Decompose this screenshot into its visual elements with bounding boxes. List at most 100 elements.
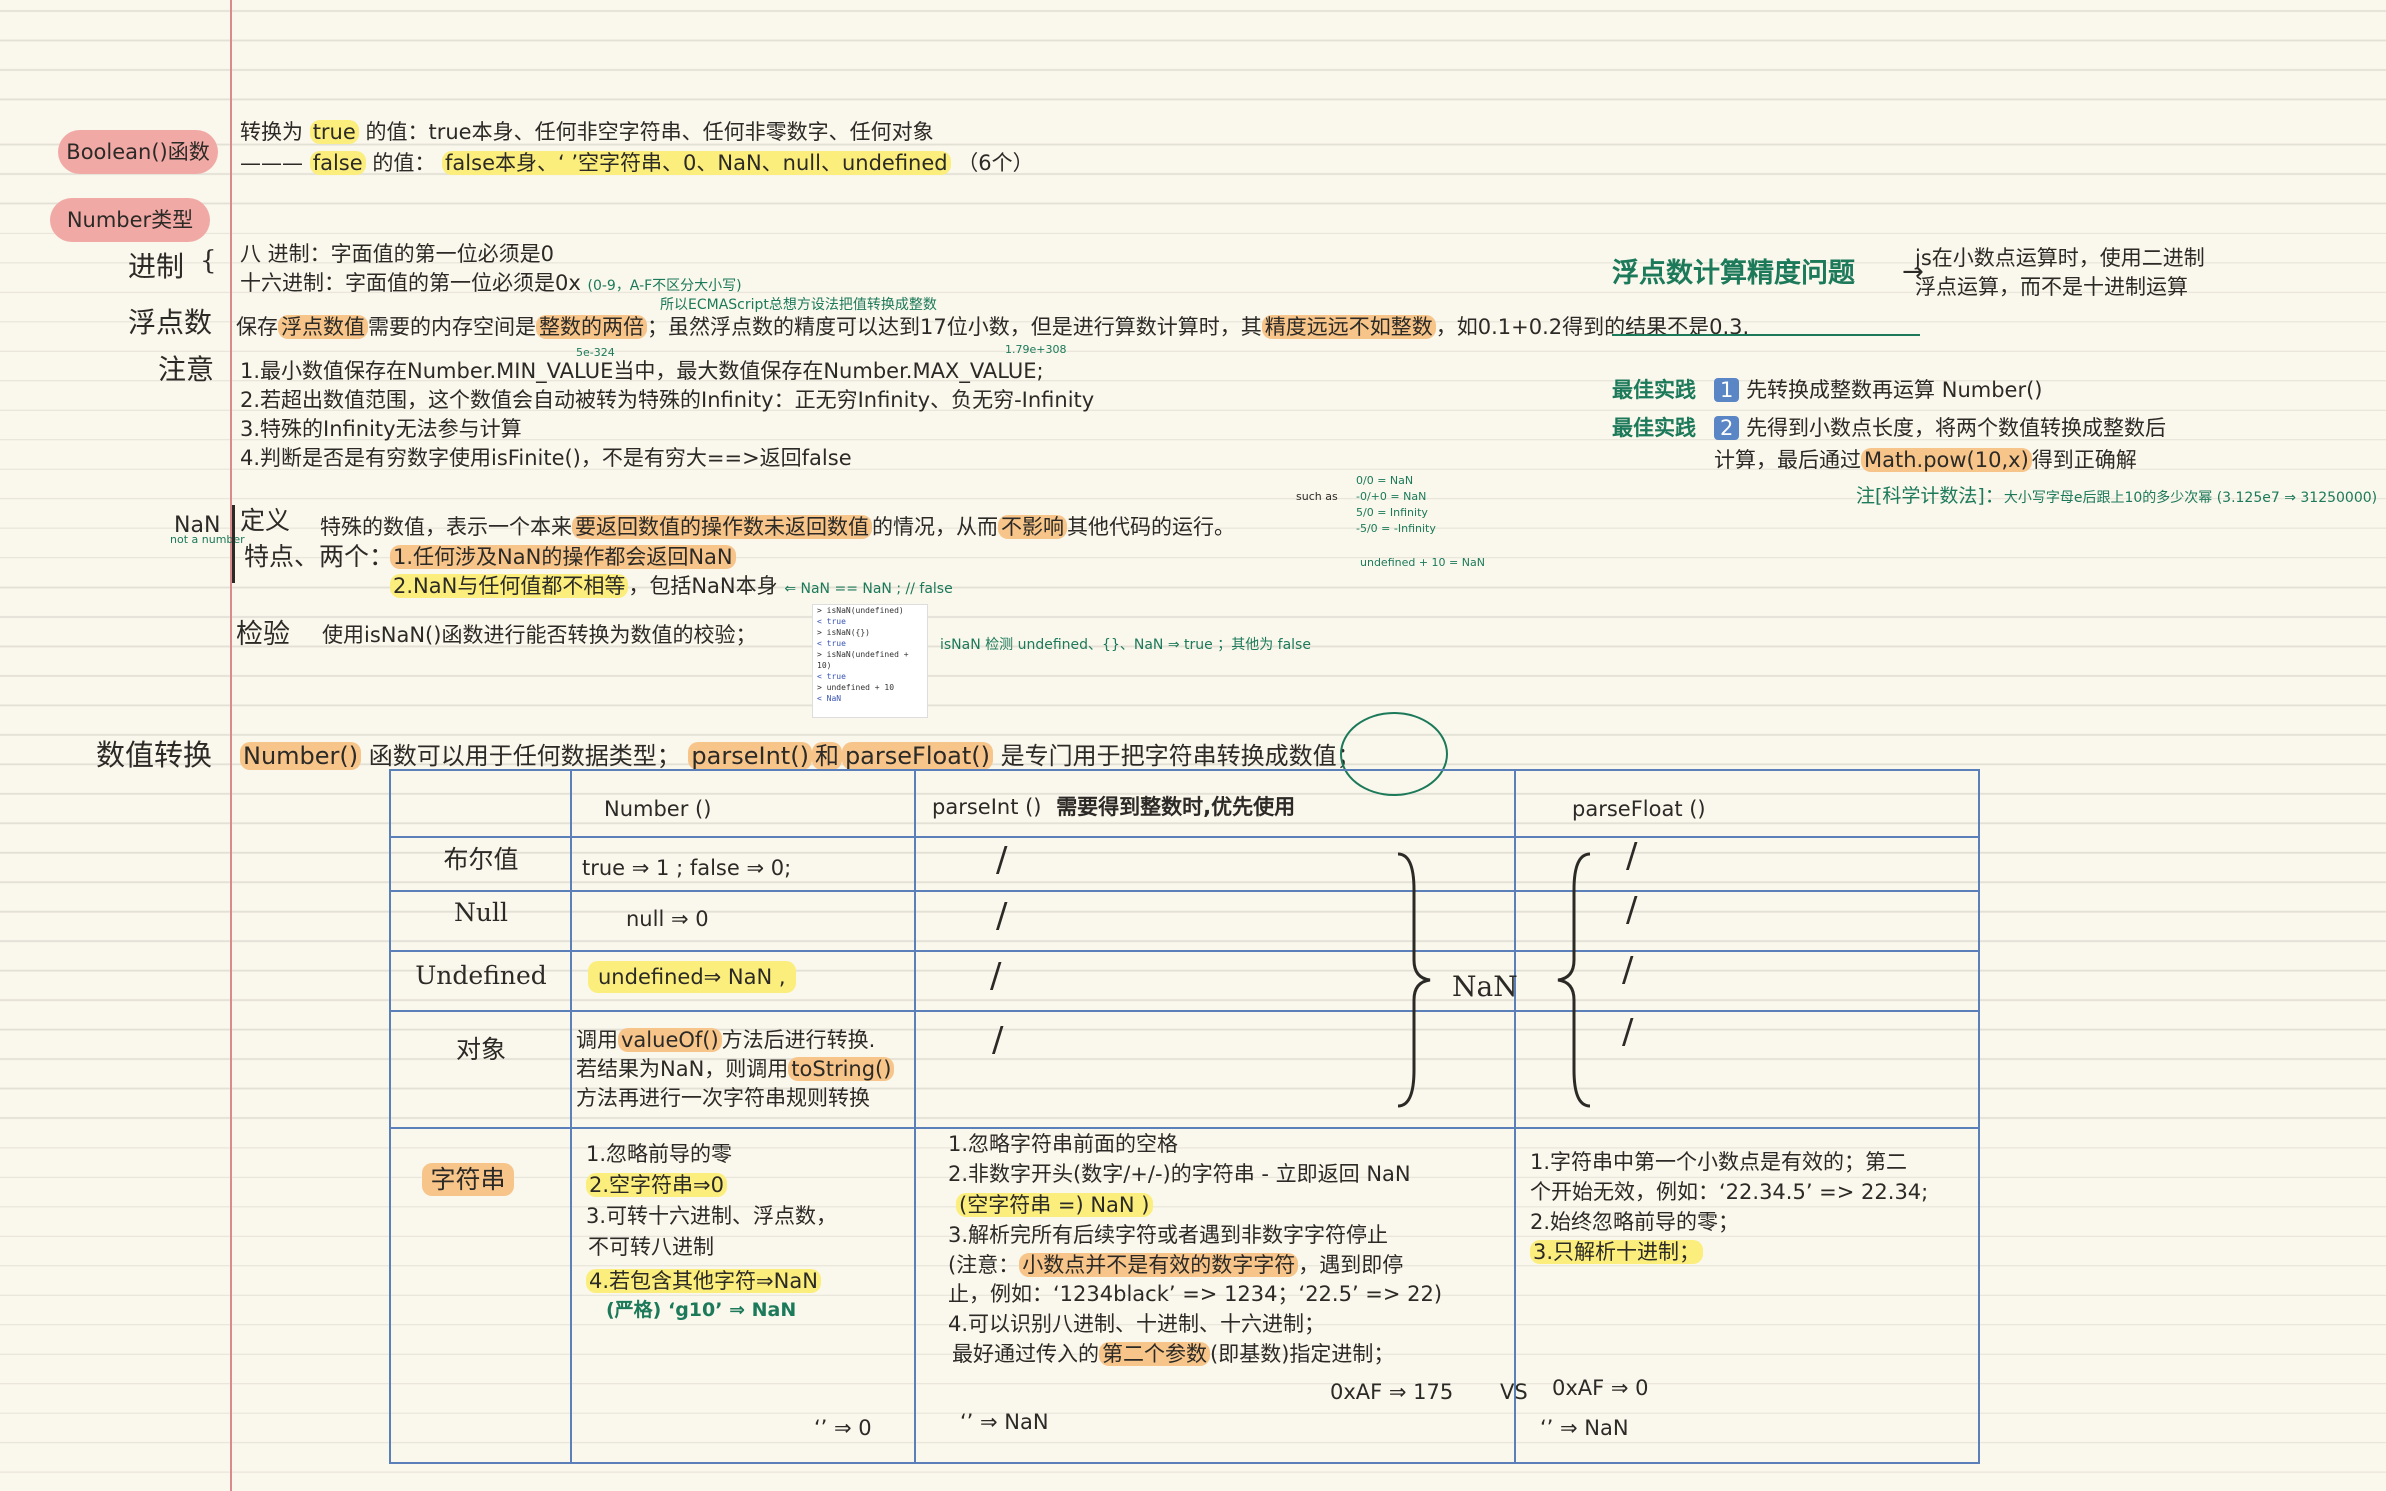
sci-note: 注[科学计数法]：大小写字母e后跟上10的多少次幂 (3.125e7 ⇒ 312… [1856,485,2378,507]
string-number-empty: ‘’ ⇒ 0 [814,1416,872,1440]
console-screenshot: > isNaN(undefined) < true > isNaN({}) < tru… [812,604,928,718]
boolean-true-line: 转换为 true 的值：true本身、任何非空字符串、任何非零数字、任何对象 [240,120,934,144]
note-3: 3.特殊的Infinity无法参与计算 [240,417,522,441]
header-number: Number () [604,797,712,821]
nan-brace-label: NaN [1452,970,1518,1003]
string-parseint-2: 2.非数字开头(数字/+/-)的字符串 - 立即返回 NaN [948,1162,1411,1186]
console-line: > isNaN(undefined + 10) [817,650,909,670]
console-line: < NaN [817,694,842,703]
float-precision-title: 浮点数计算精度问题 [1612,258,1855,289]
max-value-note: 1.79e+308 [1005,343,1067,356]
string-parseint-3: (空字符串 =) NaN ) [956,1191,1153,1220]
string-parseint-6: 止，例如：‘1234black’ => 1234；‘22.5’ => 22) [948,1282,1443,1306]
note-2: 2.若超出数值范围，这个数值会自动被转为特殊的Infinity：正无穷Infin… [240,388,1095,412]
nan-example-5: undefined + 10 = NaN [1360,556,1485,569]
string-parseint-8: 最好通过传入的 第二个参数 (即基数)指定进制； [952,1342,1395,1366]
nan-bracket [232,505,235,583]
string-parsefloat-1: 1.字符串中第一个小数点是有效的；第二 [1530,1150,1908,1174]
parsefloat-brace [1557,852,1591,1108]
bool-parseint: / [996,840,1008,880]
nan-feat-label: 特点、两个： [244,542,395,571]
best-practice-label-2: 最佳实践 [1612,416,1696,440]
conversion-intro: Number() 函数可以用于任何数据类型； parseInt() 和 parseF… [240,742,1361,770]
console-line: > isNaN(undefined) [817,606,904,615]
table-row-line-5 [389,1127,1980,1129]
best-practice-2b: 计算，最后通过 Math.pow(10,x) 得到正确解 [1714,448,2137,472]
note-1: 1.最小数值保存在Number.MIN_VALUE当中，最大数值保存在Numbe… [240,359,1044,383]
row-label-string: 字符串 [418,1160,518,1196]
header-parseint: parseInt () 需要得到整数时,优先使用 [932,795,1296,819]
console-line: > isNaN({}) [817,628,870,637]
boolean-false-line: ——— false 的值： false本身、‘ ’空字符串、0、NaN、null… [240,151,1034,175]
string-parseint-7: 4.可以识别八进制、十进制、十六进制； [948,1312,1326,1336]
table-col-line-2 [914,769,916,1464]
string-compare-parseint: 0xAF ⇒ 175 [1330,1380,1454,1404]
object-number-3: 方法再进行一次字符串规则转换 [576,1086,870,1110]
string-parseint-empty: ‘’ ⇒ NaN [960,1410,1049,1434]
console-line: < true [817,639,846,648]
undefined-parsefloat: / [1622,950,1634,990]
object-number-2: 若结果为NaN，则调用 toString() [576,1055,895,1084]
object-parseint: / [992,1020,1004,1060]
float-text: 保存 浮点数值 需要的内存空间是 整数的两倍 ；虽然浮点数的精度可以达到17位小数，但是… [236,315,1750,339]
string-number-2: 2.空字符串⇒0 [586,1171,727,1200]
table-row-line-3 [389,950,1980,952]
float-label: 浮点数 [128,306,213,339]
string-compare-parsefloat: 0xAF ⇒ 0 [1552,1376,1649,1400]
bool-parsefloat: / [1626,836,1638,876]
best-practice-1: 1 先转换成整数再运算 Number() [1714,376,2042,404]
number-type-label: Number类型 [50,198,210,242]
string-parseint-5: (注意： 小数点并不是有效的数字字符 ，遇到即停 [948,1253,1404,1277]
float-small-note: 所以ECMAScript总想方设法把值转换成整数 [660,297,937,313]
row-label-undefined: Undefined [415,961,547,990]
bool-number: true ⇒ 1 ; false ⇒ 0; [582,856,792,880]
string-parsefloat-2: 个开始无效，例如：‘22.34.5’ => 22.34; [1530,1180,1929,1204]
null-parseint: / [996,896,1008,936]
nan-check-note: isNaN 检测 undefined、{}、NaN ⇒ true ；其他为 fa… [940,637,1311,653]
console-line: > undefined + 10 [817,683,895,692]
string-number-6: (严格) ‘g10’ ⇒ NaN [606,1299,797,1321]
string-number-1: 1.忽略前导的零 [586,1142,733,1166]
header-parsefloat: parseFloat () [1572,797,1706,821]
undefined-parseint: / [990,956,1002,996]
radix-brace: { [200,246,217,276]
false-highlight: false [309,151,366,175]
nan-feat-2: 2.NaN与任何值都不相等 ，包括NaN本身 ⇐ NaN == NaN ; // … [390,572,953,600]
parseint-brace [1397,852,1431,1108]
octal-text: 八 进制：字面值的第一位必须是0 [240,242,555,266]
null-parsefloat: / [1626,890,1638,930]
string-parsefloat-empty: ‘’ ⇒ NaN [1540,1416,1629,1440]
nan-feat-1: 1.任何涉及NaN的操作都会返回NaN [390,543,736,571]
console-line: < true [817,617,846,626]
string-parseint-1: 1.忽略字符串前面的空格 [948,1132,1179,1156]
table-row-line-1 [389,836,1980,838]
string-number-3: 3.可转十六进制、浮点数， [586,1204,838,1228]
conversion-label: 数值转换 [96,738,213,772]
nan-example-1: 0/0 = NaN [1356,474,1414,487]
radix-label: 进制 [128,250,185,283]
nan-def-label: 定义 [240,506,291,535]
string-number-4: 不可转八进制 [588,1235,714,1259]
console-line: < true [817,672,846,681]
string-number-5: 4.若包含其他字符⇒NaN [586,1267,821,1296]
precision-desc-1: js在小数点运算时，使用二进制 [1915,246,2205,270]
nan-example-4: -5/0 = -Infinity [1356,522,1436,535]
undefined-number: undefined⇒ NaN , [588,961,796,993]
true-highlight: true [309,120,359,144]
nan-check-label: 检验 [236,619,290,650]
table-col-line-1 [570,769,572,1464]
best-practice-label-1: 最佳实践 [1612,378,1696,402]
string-parsefloat-4: 3.只解析十进制； [1530,1238,1704,1267]
object-number-1: 调用 valueOf() 方法后进行转换. [576,1028,876,1052]
object-parsefloat: / [1622,1012,1634,1052]
best-practice-2a: 2 先得到小数点长度，将两个数值转换成整数后 [1714,414,2166,442]
precision-underline [1612,334,1920,336]
such-as-label: such as [1296,490,1338,503]
hex-text: 十六进制：字面值的第一位必须是0x (0-9，A-F不区分大小写) [240,271,742,295]
note-4: 4.判断是否是有穷数字使用isFinite()，不是有穷大==>返回false [240,446,852,470]
precision-desc-2: 浮点运算，而不是十进制运算 [1915,275,2188,299]
string-parsefloat-3: 2.始终忽略前导的零； [1530,1210,1740,1234]
string-compare-vs: VS [1500,1380,1528,1404]
null-number: null ⇒ 0 [626,907,709,931]
note-label: 注意 [158,353,215,386]
